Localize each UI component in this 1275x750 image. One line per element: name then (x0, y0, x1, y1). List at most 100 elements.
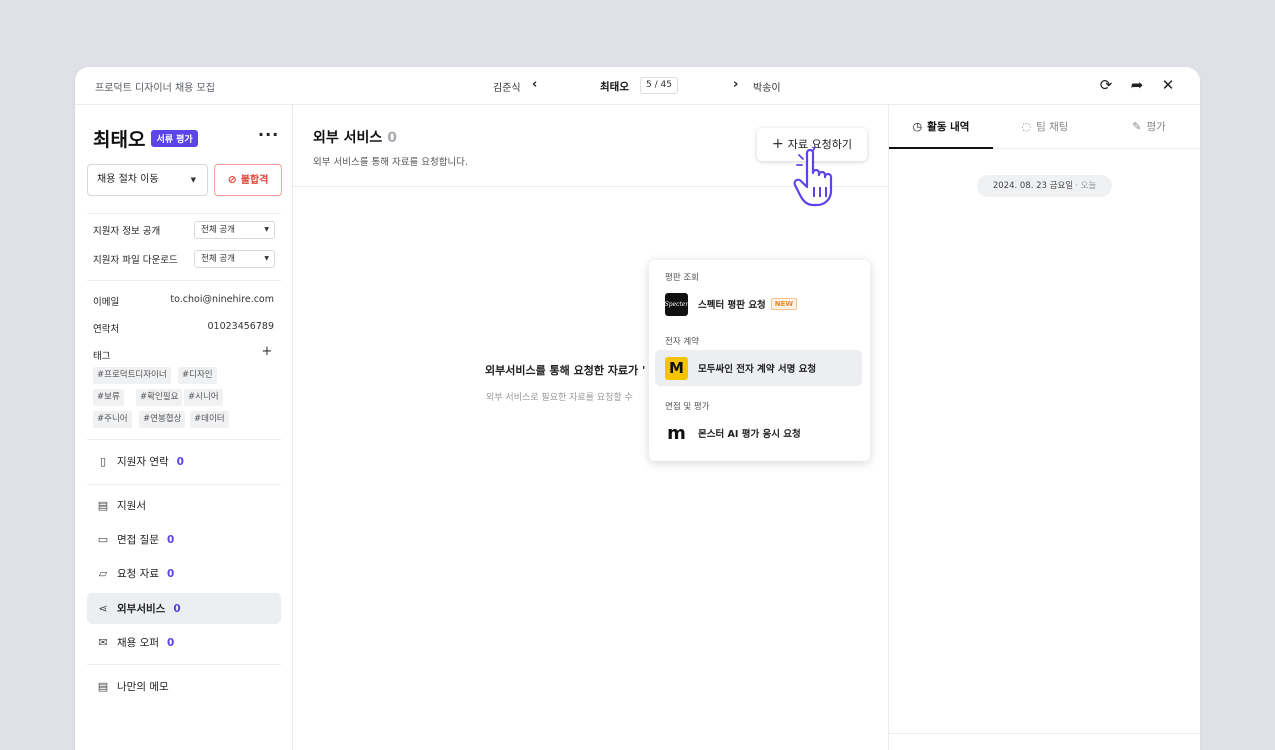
current-applicant-name: 최태오 (600, 81, 629, 93)
tag[interactable]: #보류 (93, 389, 124, 406)
caret-down-icon: ▼ (190, 176, 196, 184)
email-label: 이메일 (93, 297, 120, 308)
today-label: · 오늘 (1075, 181, 1097, 191)
modusign-contract-request[interactable]: M 모두싸인 전자 계약 서명 요청 (655, 350, 862, 386)
job-title: 프로덕트 디자이너 채용 모집 (95, 83, 215, 94)
file-download-label: 지원자 파일 다운로드 (93, 255, 178, 266)
modusign-logo-icon: M (665, 356, 688, 380)
applicant-name: 최태오 (93, 129, 146, 151)
applicant-header: 최태오 서류 평가 (93, 125, 198, 152)
stage-badge: 서류 평가 (151, 130, 198, 147)
prev-applicant-name[interactable]: 김준식 (493, 79, 521, 94)
note-icon: ▤ (97, 680, 109, 693)
menu-label: 채용 오퍼 (117, 637, 159, 649)
history-icon: ◷ (912, 120, 923, 133)
menu-count: 0 (176, 455, 184, 468)
info-visibility-value: 전체 공개 (201, 225, 235, 235)
group-label-e-contract: 전자 계약 (665, 337, 699, 347)
group-label-reputation: 평판 조회 (665, 273, 699, 283)
caret-down-icon: ▼ (264, 255, 269, 262)
specter-reputation-request[interactable]: Specter 스펙터 평판 요청 NEW (655, 286, 862, 322)
menu-item-memo[interactable]: ▤ 나만의 메모 (87, 671, 281, 702)
menu-item-interview-questions[interactable]: ▭ 면접 질문 0 (87, 524, 281, 555)
section-title: 외부 서비스 0 (313, 127, 397, 147)
monster-logo-icon: m (665, 421, 688, 445)
dropdown-item-label: 스펙터 평판 요청 (698, 300, 766, 311)
stage-move-label: 채용 절차 이동 (97, 174, 159, 185)
add-tag-icon[interactable]: + (260, 345, 274, 359)
clipboard-icon: ▤ (97, 499, 109, 512)
email-value: to.choi@ninehire.com (170, 294, 274, 305)
menu-item-offer[interactable]: ✉ 채용 오퍼 0 (87, 627, 281, 658)
folder-icon: ▱ (98, 567, 108, 580)
menu-item-contact[interactable]: ▯ 지원자 연락 0 (87, 446, 281, 477)
card-icon: ▭ (97, 533, 109, 546)
tab-team-chat[interactable]: ◌ 팀 채팅 (993, 105, 1097, 149)
close-icon[interactable]: ✕ (1158, 75, 1178, 95)
share-icon[interactable]: ➦ (1127, 75, 1147, 95)
edit-icon: ✎ (1132, 120, 1142, 133)
divider (87, 280, 281, 281)
date-separator: 2024. 08. 23 금요일 · 오늘 (977, 175, 1112, 197)
menu-item-external-services[interactable]: ⋖ 외부서비스 0 (87, 593, 281, 624)
applicant-sidebar: 최태오 서류 평가 ··· 채용 절차 이동 ▼ ⊘ 불합격 지원자 정보 공개 … (75, 105, 293, 750)
specter-logo-icon: Specter (665, 292, 688, 316)
more-icon[interactable]: ··· (258, 125, 279, 144)
divider (87, 484, 281, 485)
tab-label: 평가 (1146, 121, 1166, 133)
applicant-pager: 5 / 45 (640, 77, 678, 94)
menu-count: 0 (166, 636, 175, 649)
monster-ai-eval-request[interactable]: m 몬스터 AI 평가 응시 요청 (655, 415, 862, 451)
top-bar: 프로덕트 디자이너 채용 모집 김준식 ‹ 최태오 5 / 45 › 박송이 ⟳… (75, 67, 1200, 105)
info-visibility-select[interactable]: 전체 공개 ▼ (194, 221, 275, 239)
divider (87, 213, 281, 214)
menu-label: 외부서비스 (117, 603, 166, 615)
dropdown-item-label: 몬스터 AI 평가 응시 요청 (698, 429, 801, 440)
next-applicant-name[interactable]: 박송이 (753, 79, 781, 94)
share-nodes-icon: ⋖ (98, 602, 108, 615)
group-label-interview-eval: 면접 및 평가 (665, 402, 710, 412)
applicant-detail-window: 프로덕트 디자이너 채용 모집 김준식 ‹ 최태오 5 / 45 › 박송이 ⟳… (75, 67, 1200, 750)
phone-icon: ▯ (99, 455, 107, 468)
chevron-left-icon[interactable]: ‹ (532, 78, 537, 91)
section-count: 0 (387, 130, 398, 146)
menu-count: 0 (173, 602, 181, 615)
refresh-icon[interactable]: ⟳ (1096, 75, 1116, 95)
request-service-dropdown: 평판 조회 Specter 스펙터 평판 요청 NEW 전자 계약 M 모두싸인… (649, 260, 870, 461)
menu-item-requested-docs[interactable]: ▱ 요청 자료 0 (87, 558, 281, 589)
activity-panel: ◷ 활동 내역 ◌ 팀 채팅 ✎ 평가 2024. 08. 23 금요일 · 오늘 (888, 105, 1200, 750)
section-title-text: 외부 서비스 (313, 130, 383, 146)
file-download-value: 전체 공개 (201, 254, 235, 264)
caret-down-icon: ▼ (264, 226, 269, 233)
reject-label: 불합격 (240, 175, 269, 186)
pointer-hand-icon (793, 146, 833, 207)
tab-label: 팀 채팅 (1036, 121, 1069, 133)
tag[interactable]: #연봉협상 (139, 411, 186, 428)
menu-label: 면접 질문 (117, 534, 159, 546)
envelope-icon: ✉ (98, 636, 108, 649)
reject-button[interactable]: ⊘ 불합격 (214, 164, 282, 196)
tag[interactable]: #주니어 (93, 411, 132, 428)
tag[interactable]: #확인필요 (136, 389, 183, 406)
file-download-select[interactable]: 전체 공개 ▼ (194, 250, 275, 268)
stage-move-select[interactable]: 채용 절차 이동 ▼ (87, 164, 208, 196)
tags-label: 태그 (93, 351, 111, 362)
new-badge: NEW (770, 298, 798, 310)
tag[interactable]: #데이터 (190, 411, 229, 428)
tab-activity[interactable]: ◷ 활동 내역 (889, 105, 993, 149)
menu-label: 요청 자료 (117, 568, 159, 580)
menu-label: 지원자 연락 (117, 456, 169, 468)
empty-state-description: 외부 서비스로 필요한 자료를 요청할 수 (486, 393, 633, 403)
tag[interactable]: #디자인 (178, 367, 217, 384)
divider (87, 664, 281, 665)
section-description: 외부 서비스를 통해 자료를 요청합니다. (313, 157, 468, 168)
phone-label: 연락처 (93, 324, 120, 335)
phone-value: 01023456789 (207, 321, 275, 332)
tag[interactable]: #프로덕트디자이너 (93, 367, 171, 384)
empty-state-title: 외부서비스를 통해 요청한 자료가 ' (485, 364, 646, 377)
chevron-right-icon[interactable]: › (733, 78, 738, 91)
tab-evaluation[interactable]: ✎ 평가 (1097, 105, 1200, 149)
menu-item-application[interactable]: ▤ 지원서 (87, 490, 281, 521)
plus-icon: + (772, 136, 784, 152)
tag[interactable]: #시니어 (184, 389, 223, 406)
